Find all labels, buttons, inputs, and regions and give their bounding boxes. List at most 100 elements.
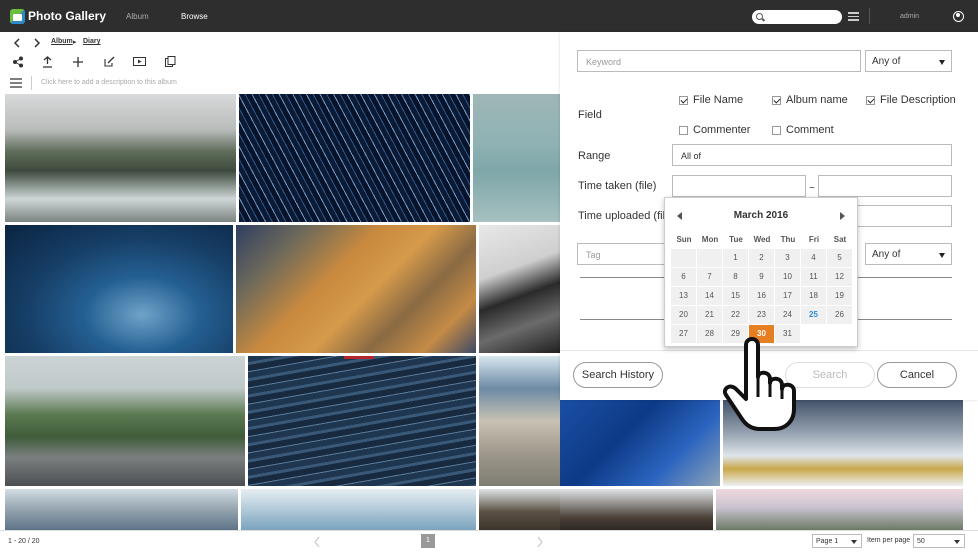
add-icon[interactable] [72, 56, 84, 68]
photo-pink-sky[interactable] [716, 489, 963, 530]
calendar-day-28[interactable]: 28 [697, 325, 722, 343]
next-page-icon[interactable] [536, 536, 544, 548]
top-bar: Photo Gallery Album Browse admin [0, 0, 978, 32]
breadcrumb-current[interactable]: Diary [83, 38, 101, 45]
upload-icon[interactable] [42, 56, 53, 68]
calendar-day-5[interactable]: 5 [827, 249, 852, 267]
checkbox-file-description[interactable]: File Description [866, 94, 956, 106]
current-page-button[interactable]: 1 [421, 534, 435, 548]
date-picker: March 2016 Sun Mon Tue Wed Thu Fri Sat 1 2 3 4 5 6 7 8… [664, 197, 858, 347]
share-icon[interactable] [12, 56, 24, 68]
photo-grid [0, 94, 560, 530]
calendar-day-21[interactable]: 21 [697, 306, 722, 324]
checkbox-comment[interactable]: Comment [772, 124, 834, 136]
search-history-button[interactable]: Search History [573, 362, 663, 388]
calendar-day-23[interactable]: 23 [749, 306, 774, 324]
tag-input[interactable]: Tag [577, 243, 667, 265]
photo-aerial-terrain[interactable] [236, 225, 476, 353]
weekday-tue: Tue [729, 235, 743, 244]
photo-black-beach[interactable] [479, 225, 560, 353]
photo-rock-peak[interactable] [560, 489, 713, 530]
photo-clouds[interactable] [241, 489, 476, 530]
keyword-mode-select[interactable]: Any of [865, 50, 952, 72]
edit-icon[interactable] [104, 56, 115, 67]
calendar-day-3[interactable]: 3 [775, 249, 800, 267]
photo-city-park[interactable] [5, 356, 245, 486]
filter-icon[interactable] [848, 12, 859, 21]
photo-calm-sea[interactable] [473, 94, 560, 222]
tag-mode-select[interactable]: Any of [865, 243, 952, 265]
photo-sea-surface[interactable] [248, 356, 476, 486]
search-icon [756, 13, 763, 20]
calendar-day-7[interactable]: 7 [697, 268, 722, 286]
calendar-day-1[interactable]: 1 [723, 249, 748, 267]
calendar-day-11[interactable]: 11 [801, 268, 826, 286]
calendar-day-13[interactable]: 13 [671, 287, 696, 305]
calendar-day-14[interactable]: 14 [697, 287, 722, 305]
calendar-day-2[interactable]: 2 [749, 249, 774, 267]
calendar-day-27[interactable]: 27 [671, 325, 696, 343]
time-taken-label: Time taken (file) [578, 180, 657, 192]
slideshow-icon[interactable] [133, 56, 146, 67]
weekday-sun: Sun [676, 235, 692, 244]
field-label: Field [578, 109, 602, 121]
keyword-input[interactable]: Keyword [577, 50, 861, 72]
album-toolbar: Album ▸ Diary Click here to add a descri… [0, 32, 560, 94]
time-taken-start-input[interactable] [672, 175, 806, 197]
range-separator: ~ [809, 183, 815, 194]
breadcrumb-separator: ▸ [73, 39, 77, 46]
calendar-day-17[interactable]: 17 [775, 287, 800, 305]
calendar-day-15[interactable]: 15 [723, 287, 748, 305]
selection-marker [344, 356, 374, 359]
copy-icon[interactable] [165, 56, 176, 67]
username[interactable]: admin [900, 13, 919, 20]
range-select[interactable]: All of [672, 144, 952, 166]
calendar-day-19[interactable]: 19 [827, 287, 852, 305]
nav-album[interactable]: Album [126, 12, 149, 21]
photo-blue-lake[interactable] [560, 400, 720, 486]
calendar-day-22[interactable]: 22 [723, 306, 748, 324]
pagination-bar: 1 - 20 / 20 1 Page 1 Item per page 50 [0, 530, 978, 552]
calendar-day-16[interactable]: 16 [749, 287, 774, 305]
checkbox-album-name[interactable]: Album name [772, 94, 848, 106]
range-label: Range [578, 150, 611, 162]
calendar-day-10[interactable]: 10 [775, 268, 800, 286]
calendar-day-25[interactable]: 25 [801, 306, 826, 324]
time-uploaded-label: Time uploaded (file) [578, 210, 670, 222]
global-search-input[interactable] [752, 10, 842, 24]
page-select[interactable]: Page 1 [812, 534, 862, 548]
divider [869, 8, 870, 24]
photo-river-forest[interactable] [5, 94, 236, 222]
photo-mountains[interactable] [5, 489, 238, 530]
photo-ocean-wave[interactable] [5, 225, 233, 353]
calendar-day-26[interactable]: 26 [827, 306, 852, 324]
user-icon[interactable] [953, 11, 964, 22]
album-description[interactable]: Click here to add a description to this … [41, 79, 177, 86]
next-month-icon[interactable] [840, 212, 845, 220]
menu-icon[interactable] [10, 78, 22, 88]
nav-browse[interactable]: Browse [181, 12, 208, 21]
photo-rocky-lake[interactable] [479, 356, 560, 486]
chevron-left-icon[interactable] [13, 38, 21, 48]
checkbox-file-name[interactable]: File Name [679, 94, 743, 106]
calendar-day-6[interactable]: 6 [671, 268, 696, 286]
item-range: 1 - 20 / 20 [8, 538, 40, 545]
calendar-day-18[interactable]: 18 [801, 287, 826, 305]
time-taken-end-input[interactable] [818, 175, 952, 197]
calendar-day-8[interactable]: 8 [723, 268, 748, 286]
breadcrumb-album[interactable]: Album [51, 38, 73, 45]
calendar-day-24[interactable]: 24 [775, 306, 800, 324]
calendar-day-4[interactable]: 4 [801, 249, 826, 267]
chevron-right-icon[interactable] [33, 38, 41, 48]
calendar-empty-cell [697, 249, 722, 267]
prev-page-icon[interactable] [313, 536, 321, 548]
calendar-day-9[interactable]: 9 [749, 268, 774, 286]
calendar-day-12[interactable]: 12 [827, 268, 852, 286]
checkbox-commenter[interactable]: Commenter [679, 124, 750, 136]
photo-cliff[interactable] [479, 489, 560, 530]
weekday-wed: Wed [753, 235, 771, 244]
calendar-day-20[interactable]: 20 [671, 306, 696, 324]
items-per-page-select[interactable]: 50 [913, 534, 965, 548]
photo-star-trails[interactable] [239, 94, 470, 222]
cancel-button[interactable]: Cancel [877, 362, 957, 388]
